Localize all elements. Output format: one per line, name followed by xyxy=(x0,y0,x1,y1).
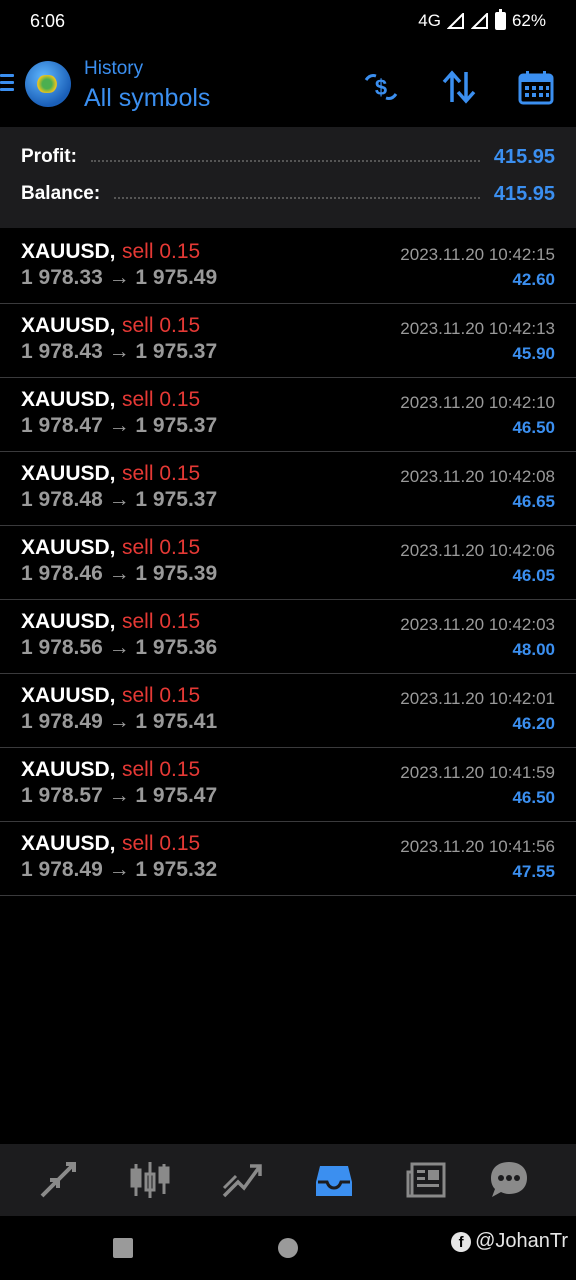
chat-icon[interactable] xyxy=(487,1158,531,1202)
app-header: History All symbols $ xyxy=(0,44,576,126)
trade-side: sell 0.15 xyxy=(122,536,201,559)
watermark-text: @JohanTr xyxy=(475,1230,568,1252)
trade-side: sell 0.15 xyxy=(122,388,201,411)
app-logo-icon xyxy=(25,61,71,107)
trade-profit: 46.50 xyxy=(512,788,555,807)
menu-icon[interactable] xyxy=(0,74,14,92)
trade-time: 2023.11.20 10:42:01 xyxy=(400,689,555,708)
trade-time: 2023.11.20 10:42:10 xyxy=(400,393,555,412)
trade-profit: 47.55 xyxy=(512,862,555,881)
trade-prices: 1 978.48 → 1 975.37 xyxy=(21,488,218,511)
balance-value: 415.95 xyxy=(493,182,555,205)
trade-side: sell 0.15 xyxy=(122,684,201,707)
trade-symbol: XAUUSD, xyxy=(21,536,116,559)
status-bar: 6:06 4G 62% xyxy=(0,0,576,44)
recents-button[interactable] xyxy=(113,1238,133,1258)
trade-symbol: XAUUSD, xyxy=(21,314,116,337)
trade-profit: 46.05 xyxy=(512,566,555,585)
facebook-icon: f xyxy=(451,1231,472,1252)
trade-side: sell 0.15 xyxy=(122,832,201,855)
balance-row: Balance: 415.95 xyxy=(21,179,555,209)
trade-profit: 46.20 xyxy=(512,714,555,733)
trade-symbol: XAUUSD, xyxy=(21,388,116,411)
dotted-leader xyxy=(114,197,480,199)
trade-profit: 42.60 xyxy=(512,270,555,289)
quotes-icon[interactable] xyxy=(36,1158,80,1202)
trade-symbol: XAUUSD, xyxy=(21,684,116,707)
signal-icon-2 xyxy=(470,13,488,29)
trade-side: sell 0.15 xyxy=(122,462,201,485)
trade-row[interactable]: XAUUSD, sell 0.15 1 978.46 → 1 975.39 2023.… xyxy=(0,526,576,600)
trade-prices: 1 978.33 → 1 975.49 xyxy=(21,266,218,289)
chart-icon[interactable] xyxy=(128,1158,172,1202)
status-time: 6:06 xyxy=(30,11,66,31)
calendar-icon[interactable] xyxy=(517,68,555,106)
trade-side: sell 0.15 xyxy=(122,314,201,337)
trade-time: 2023.11.20 10:42:06 xyxy=(400,541,555,560)
trade-symbol: XAUUSD, xyxy=(21,240,116,263)
trade-list: XAUUSD, sell 0.15 1 978.33 → 1 975.49 2023.… xyxy=(0,230,576,896)
trade-prices: 1 978.47 → 1 975.37 xyxy=(21,414,218,437)
trade-time: 2023.11.20 10:42:08 xyxy=(400,467,555,486)
trade-row[interactable]: XAUUSD, sell 0.15 1 978.48 → 1 975.37 2023.… xyxy=(0,452,576,526)
svg-text:$: $ xyxy=(375,75,387,100)
status-indicators: 4G 62% xyxy=(418,9,546,31)
trade-time: 2023.11.20 10:42:15 xyxy=(400,245,555,264)
summary-panel: Profit: 415.95 Balance: 415.95 xyxy=(0,127,576,228)
profit-row: Profit: 415.95 xyxy=(21,142,555,172)
dotted-leader xyxy=(90,160,480,162)
trade-prices: 1 978.49 → 1 975.41 xyxy=(21,710,218,733)
header-title[interactable]: All symbols xyxy=(84,84,210,113)
trade-row[interactable]: XAUUSD, sell 0.15 1 978.43 → 1 975.37 2023.… xyxy=(0,304,576,378)
battery-percent: 62% xyxy=(511,11,546,30)
trade-row[interactable]: XAUUSD, sell 0.15 1 978.57 → 1 975.47 2023.… xyxy=(0,748,576,822)
trade-time: 2023.11.20 10:42:13 xyxy=(400,319,555,338)
trade-prices: 1 978.56 → 1 975.36 xyxy=(21,636,218,659)
trade-prices: 1 978.43 → 1 975.37 xyxy=(21,340,218,363)
news-icon[interactable] xyxy=(404,1158,448,1202)
trade-row[interactable]: XAUUSD, sell 0.15 1 978.33 → 1 975.49 2023.… xyxy=(0,230,576,304)
signal-icon xyxy=(446,13,464,29)
trade-side: sell 0.15 xyxy=(122,610,201,633)
trade-prices: 1 978.57 → 1 975.47 xyxy=(21,784,218,807)
history-icon[interactable] xyxy=(312,1158,356,1202)
trade-profit: 46.65 xyxy=(512,492,555,511)
sort-icon[interactable] xyxy=(440,68,478,106)
trade-prices: 1 978.46 → 1 975.39 xyxy=(21,562,218,585)
trade-symbol: XAUUSD, xyxy=(21,462,116,485)
trade-symbol: XAUUSD, xyxy=(21,832,116,855)
trade-time: 2023.11.20 10:41:59 xyxy=(400,763,555,782)
deposit-withdraw-icon[interactable]: $ xyxy=(362,68,400,106)
home-button[interactable] xyxy=(278,1238,298,1258)
watermark: f @JohanTr xyxy=(451,1230,568,1253)
trade-row[interactable]: XAUUSD, sell 0.15 1 978.49 → 1 975.41 2023.… xyxy=(0,674,576,748)
trade-profit: 48.00 xyxy=(512,640,555,659)
balance-label: Balance: xyxy=(21,183,101,204)
trade-row[interactable]: XAUUSD, sell 0.15 1 978.47 → 1 975.37 2023.… xyxy=(0,378,576,452)
trade-profit: 46.50 xyxy=(512,418,555,437)
trade-time: 2023.11.20 10:41:56 xyxy=(400,837,555,856)
trade-row[interactable]: XAUUSD, sell 0.15 1 978.56 → 1 975.36 2023.… xyxy=(0,600,576,674)
trade-icon[interactable] xyxy=(220,1158,264,1202)
system-nav-bar: f @JohanTr xyxy=(0,1216,576,1280)
bottom-tab-bar xyxy=(0,1144,576,1216)
profit-value: 415.95 xyxy=(493,145,555,168)
trade-profit: 45.90 xyxy=(512,344,555,363)
trade-row[interactable]: XAUUSD, sell 0.15 1 978.49 → 1 975.32 2023.… xyxy=(0,822,576,896)
trade-symbol: XAUUSD, xyxy=(21,610,116,633)
header-subtitle: History xyxy=(84,58,144,79)
battery-icon xyxy=(494,9,506,30)
network-type: 4G xyxy=(418,11,441,30)
trade-side: sell 0.15 xyxy=(122,240,201,263)
trade-prices: 1 978.49 → 1 975.32 xyxy=(21,858,218,881)
trade-side: sell 0.15 xyxy=(122,758,201,781)
profit-label: Profit: xyxy=(21,146,77,167)
trade-symbol: XAUUSD, xyxy=(21,758,116,781)
trade-time: 2023.11.20 10:42:03 xyxy=(400,615,555,634)
